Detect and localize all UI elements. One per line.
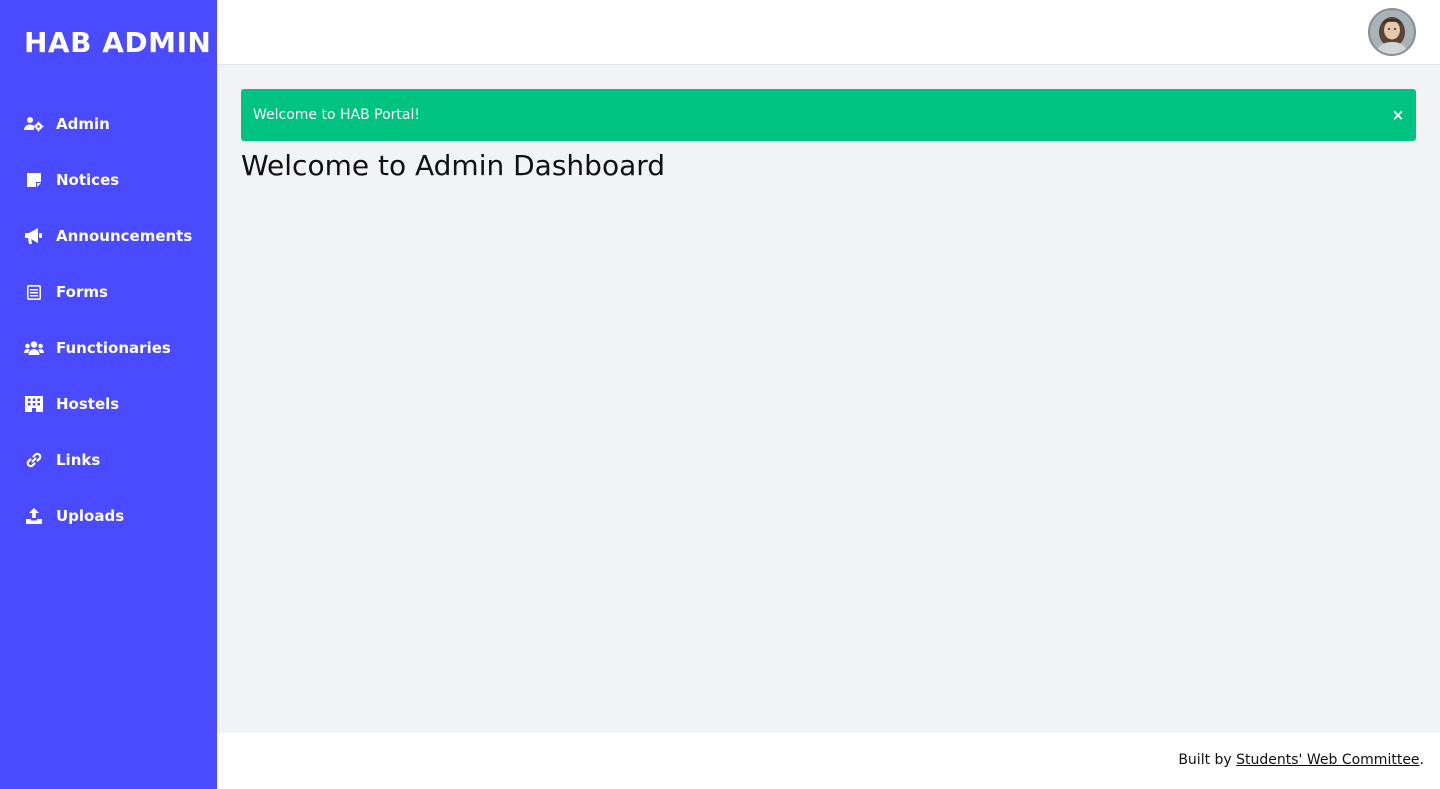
- sidebar-item-uploads[interactable]: Uploads: [0, 488, 217, 544]
- sidebar: HAB ADMIN Admin Notices Announcements Fo…: [0, 0, 217, 789]
- top-bar: [217, 0, 1440, 65]
- main-content: Welcome to HAB Portal! × Welcome to Admi…: [217, 65, 1440, 733]
- users-icon: [24, 338, 44, 358]
- upload-icon: [24, 506, 44, 526]
- brand-title[interactable]: HAB ADMIN: [24, 26, 211, 59]
- sidebar-item-functionaries[interactable]: Functionaries: [0, 320, 217, 376]
- footer-prefix: Built by: [1178, 752, 1237, 768]
- sticky-note-icon: [24, 170, 44, 190]
- bullhorn-icon: [24, 226, 44, 246]
- sidebar-item-forms[interactable]: Forms: [0, 264, 217, 320]
- form-icon: [24, 282, 44, 302]
- footer: Built by Students' Web Committee.: [217, 733, 1440, 789]
- sidebar-item-admin[interactable]: Admin: [0, 96, 217, 152]
- sidebar-item-hostels[interactable]: Hostels: [0, 376, 217, 432]
- sidebar-item-label: Links: [56, 451, 101, 469]
- page-title: Welcome to Admin Dashboard: [241, 149, 666, 182]
- avatar-image: [1370, 10, 1414, 54]
- link-icon: [24, 450, 44, 470]
- sidebar-item-label: Hostels: [56, 395, 120, 413]
- user-avatar[interactable]: [1368, 8, 1416, 56]
- sidebar-item-label: Functionaries: [56, 339, 171, 357]
- footer-credit: Built by Students' Web Committee.: [1178, 752, 1424, 768]
- sidebar-item-notices[interactable]: Notices: [0, 152, 217, 208]
- sidebar-item-label: Admin: [56, 115, 110, 133]
- building-icon: [24, 394, 44, 414]
- sidebar-item-label: Notices: [56, 171, 120, 189]
- sidebar-item-label: Announcements: [56, 227, 193, 245]
- alert-message: Welcome to HAB Portal!: [253, 107, 420, 123]
- welcome-alert: Welcome to HAB Portal! ×: [241, 89, 1416, 141]
- footer-suffix: .: [1419, 752, 1424, 768]
- sidebar-nav: Admin Notices Announcements Forms Functi…: [0, 96, 217, 544]
- users-cog-icon: [24, 114, 44, 134]
- sidebar-item-label: Forms: [56, 283, 108, 301]
- sidebar-item-links[interactable]: Links: [0, 432, 217, 488]
- sidebar-item-label: Uploads: [56, 507, 125, 525]
- footer-link[interactable]: Students' Web Committee: [1236, 752, 1419, 768]
- sidebar-item-announcements[interactable]: Announcements: [0, 208, 217, 264]
- alert-close-button[interactable]: ×: [1390, 105, 1406, 125]
